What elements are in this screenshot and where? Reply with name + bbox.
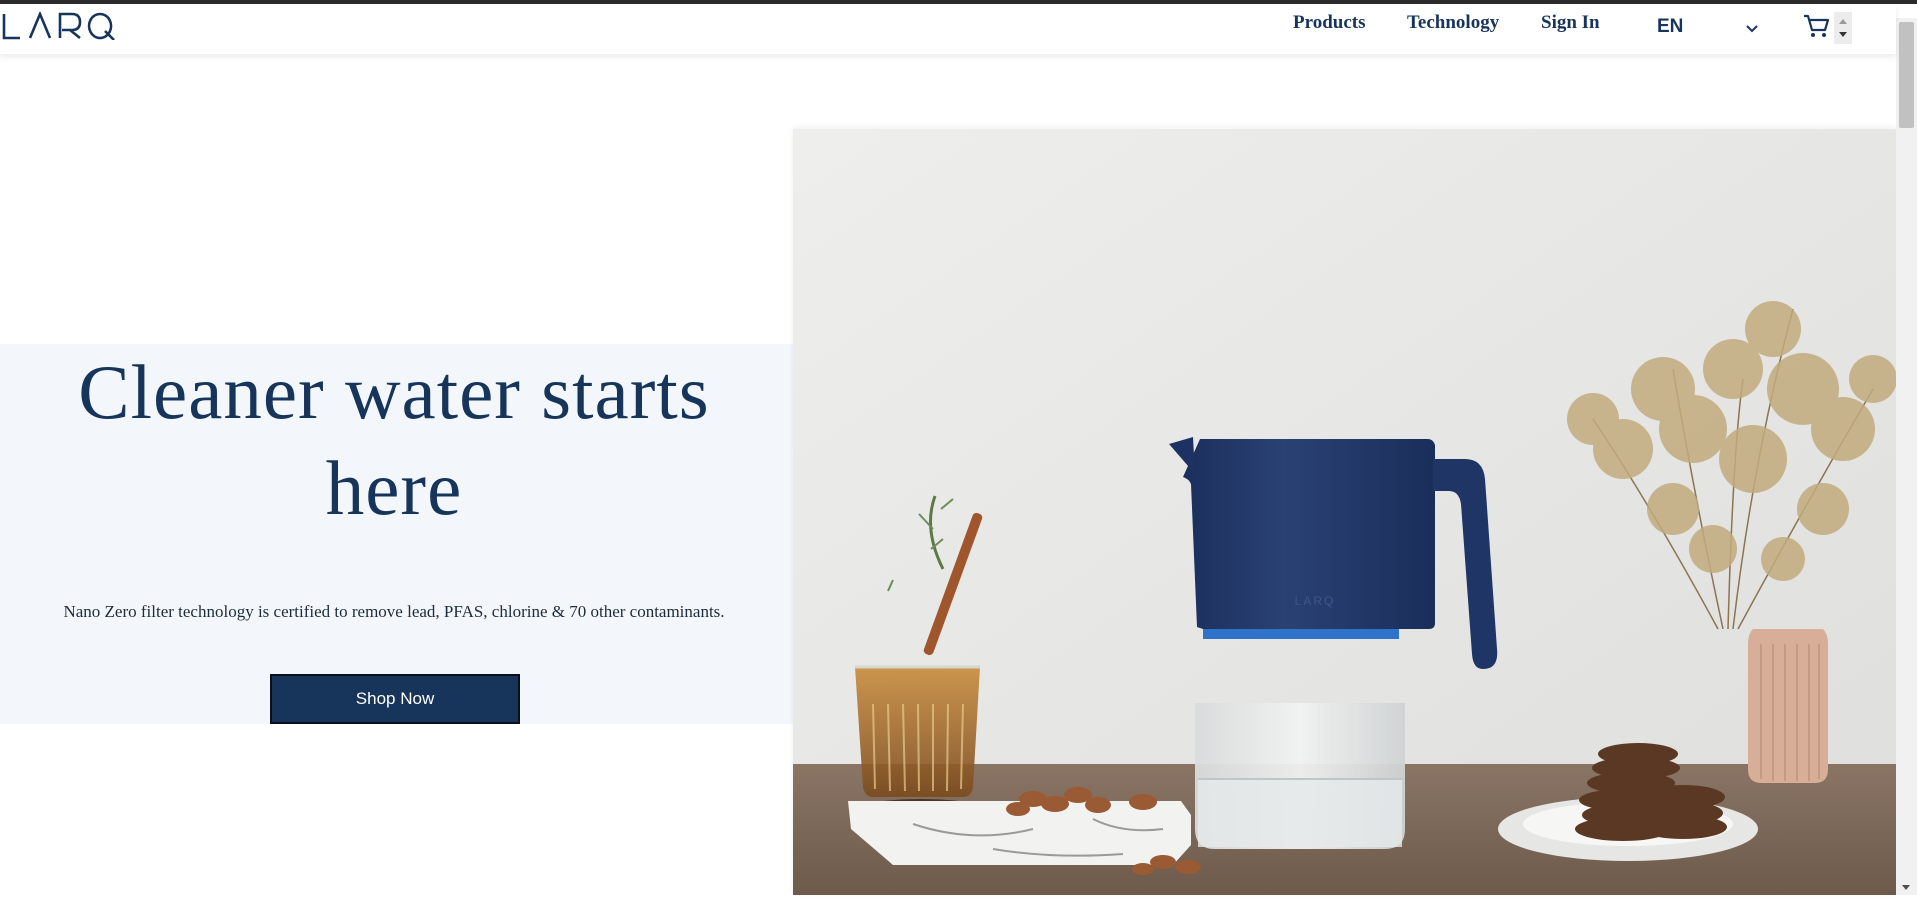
language-selected-value: EN (1657, 16, 1684, 37)
scrollbar-thumb[interactable] (1899, 22, 1914, 128)
larq-logo-mark (2, 10, 115, 41)
spinner-down-icon[interactable] (1839, 32, 1847, 37)
cart-icon[interactable] (1802, 12, 1830, 45)
shop-now-button[interactable]: Shop Now (270, 674, 520, 724)
nav-sign-in[interactable]: Sign In (1541, 12, 1600, 34)
pitcher-logo: LARQ (1295, 594, 1336, 608)
nav-technology[interactable]: Technology (1407, 12, 1499, 34)
vertical-scrollbar[interactable] (1896, 18, 1917, 895)
scroll-down-icon[interactable] (1900, 880, 1912, 898)
larq-logo[interactable] (2, 10, 124, 45)
language-select[interactable]: EN (1657, 16, 1759, 42)
nav-products[interactable]: Products (1293, 12, 1365, 34)
site-header: Products Technology Sign In EN (0, 4, 1896, 54)
vase (1748, 629, 1828, 783)
hero-product-image: LARQ (793, 129, 1896, 895)
hero-headline: Cleaner water starts here (78, 349, 710, 531)
hero-subtext: Nano Zero filter technology is certified… (63, 602, 725, 621)
spinner-up-icon[interactable] (1839, 19, 1847, 24)
quantity-spinner[interactable] (1834, 12, 1852, 44)
chevron-down-icon (1745, 19, 1759, 41)
